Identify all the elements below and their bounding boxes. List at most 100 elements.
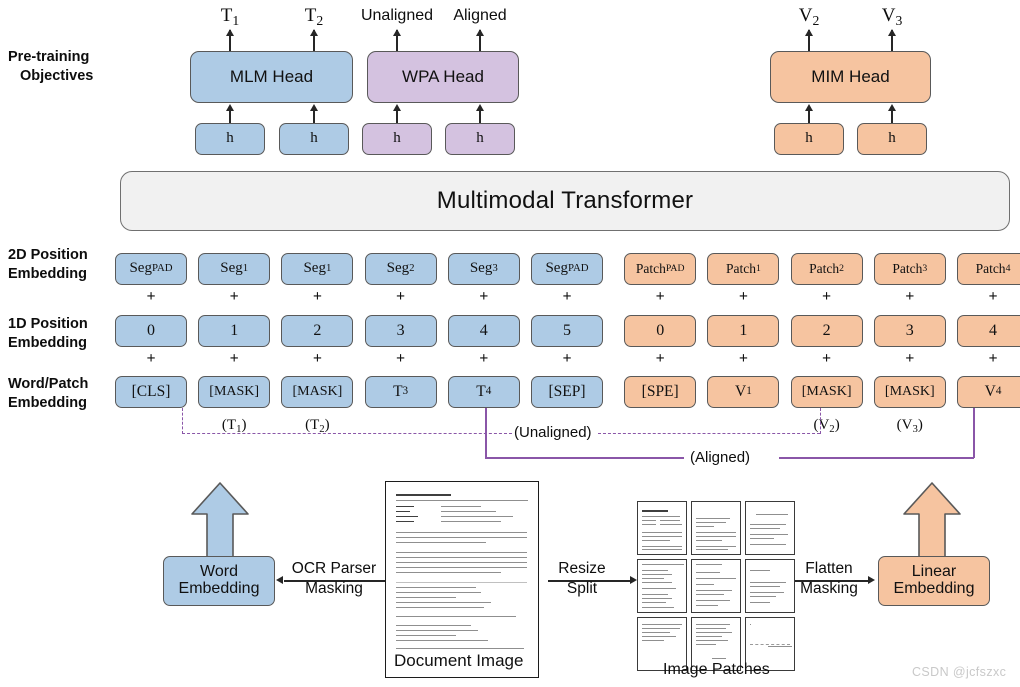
token-word-patch-embedding-6[interactable]: [SEP] [531, 376, 603, 408]
patch-text-line [642, 574, 672, 575]
token-word-patch-embedding-4[interactable]: T3 [364, 376, 437, 408]
token-2d-embedding-5[interactable]: Seg 3 [447, 253, 520, 285]
token-word-patch-embedding-7[interactable]: [SPE] [624, 376, 697, 408]
resize-arrow-head [630, 576, 637, 584]
word-embedding-line1: Word [200, 563, 238, 581]
linear-embedding-box[interactable]: Linear Embedding [878, 556, 990, 606]
token-1d-embedding-10[interactable]: 3 [873, 315, 946, 347]
arrow-shaft-h1-mlm [229, 111, 231, 123]
output-token-unaligned: Unaligned [360, 7, 434, 24]
hidden-state-box-4[interactable]: h [445, 123, 515, 155]
arrow-head-h2-mlm [310, 104, 318, 111]
token-word-patch-embedding-9[interactable]: [MASK] [790, 376, 863, 408]
patch-text-line [696, 584, 714, 585]
unaligned-label: (Unaligned) [514, 424, 592, 441]
flatten-masking-label: Flatten Masking [800, 559, 858, 599]
linear-embedding-line2: Embedding [893, 580, 975, 597]
patch-text-line [696, 526, 714, 527]
hidden-state-box-1[interactable]: h [195, 123, 265, 155]
mim-head-box[interactable]: MIM Head [770, 51, 931, 103]
patch-text-line [712, 658, 726, 659]
token-1d-embedding-4[interactable]: 3 [364, 315, 437, 347]
token-2d-embedding-11[interactable]: Patch 4 [957, 253, 1020, 285]
mlm-head-box[interactable]: MLM Head [190, 51, 353, 103]
token-1d-embedding-8[interactable]: 1 [707, 315, 780, 347]
token-subscript: 1 [325, 262, 332, 275]
resize-label-line1: Resize [558, 560, 606, 577]
patch-text-line [696, 578, 736, 579]
token-2d-embedding-6[interactable]: Seg PAD [531, 253, 603, 285]
token-2d-embedding-8[interactable]: Patch 1 [707, 253, 780, 285]
plus-1d-word-7: + [655, 350, 665, 367]
wpa-head-box[interactable]: WPA Head [367, 51, 519, 103]
patch-text-line [750, 524, 786, 525]
plus-1d-word-2: + [229, 350, 239, 367]
patch-text-line [696, 546, 736, 547]
plus-2d-1d-3: + [312, 288, 322, 305]
ocr-arrow-head [276, 576, 283, 584]
patch-text-line [750, 538, 774, 539]
token-subscript: PAD [665, 262, 685, 274]
token-2d-embedding-7[interactable]: Patch PAD [624, 253, 697, 285]
token-1d-embedding-3[interactable]: 2 [281, 315, 354, 347]
row-label-1d-line1: 1D Position [8, 316, 88, 332]
token-1d-embedding-1[interactable]: 0 [115, 315, 187, 347]
token-word-patch-embedding-3[interactable]: [MASK] [281, 376, 354, 408]
token-word-patch-embedding-5[interactable]: T4 [447, 376, 520, 408]
image-patch [637, 559, 687, 613]
plus-1d-word-3: + [312, 350, 322, 367]
token-2d-embedding-3[interactable]: Seg 1 [281, 253, 354, 285]
token-1d-embedding-5[interactable]: 4 [447, 315, 520, 347]
hidden-state-box-3[interactable]: h [362, 123, 432, 155]
patch-text-line [768, 646, 792, 647]
patch-text-line [750, 570, 770, 571]
multimodal-transformer-box[interactable]: Multimodal Transformer [120, 171, 1010, 231]
document-image-label: Document Image [394, 651, 524, 670]
token-2d-embedding-1[interactable]: Seg PAD [115, 253, 187, 285]
arrow-head-mim-v2 [805, 29, 813, 36]
arrow-head-h5-mim [805, 104, 813, 111]
patch-text-line [642, 640, 664, 641]
row-label-wordpatch-line2: Embedding [8, 394, 87, 411]
patch-text-line [642, 624, 682, 625]
ocr-label-line2: Masking [305, 579, 363, 597]
token-1d-embedding-6[interactable]: 5 [531, 315, 603, 347]
plus-1d-word-1: + [146, 350, 156, 367]
token-2d-embedding-4[interactable]: Seg 2 [364, 253, 437, 285]
word-embedding-line2: Embedding [178, 580, 260, 597]
patch-text-line [642, 598, 672, 599]
patch-text-line [696, 536, 736, 537]
token-word-patch-embedding-8[interactable]: V1 [707, 376, 780, 408]
token-word-patch-embedding-2[interactable]: [MASK] [198, 376, 271, 408]
patch-text-line [642, 510, 668, 512]
token-subscript: PAD [151, 262, 173, 275]
hidden-state-box-5[interactable]: h [774, 123, 844, 155]
token-1d-embedding-11[interactable]: 4 [957, 315, 1020, 347]
patch-text-line [696, 632, 732, 633]
token-1d-embedding-9[interactable]: 2 [790, 315, 863, 347]
token-word-patch-embedding-10[interactable]: [MASK] [873, 376, 946, 408]
token-word-patch-embedding-11[interactable]: V4 [957, 376, 1020, 408]
unaligned-line-horizontal-left [182, 433, 512, 434]
hidden-state-box-6[interactable]: h [857, 123, 927, 155]
arrow-head-h3-wpa [393, 104, 401, 111]
patch-text-line [696, 594, 724, 595]
token-subscript: 3 [492, 262, 498, 275]
linear-embedding-line1: Linear [911, 563, 957, 581]
arrow-head-wpa-unaligned [393, 29, 401, 36]
token-word-patch-embedding-1[interactable]: [CLS] [115, 376, 187, 408]
patch-text-line [750, 624, 751, 625]
token-1d-embedding-7[interactable]: 0 [624, 315, 697, 347]
aligned-line-horizontal-right [779, 457, 974, 459]
arrow-head-mim-v3 [888, 29, 896, 36]
token-1d-embedding-2[interactable]: 1 [198, 315, 271, 347]
token-2d-embedding-9[interactable]: Patch 2 [790, 253, 863, 285]
token-2d-embedding-10[interactable]: Patch 3 [873, 253, 946, 285]
arrow-shaft-h5-mim [808, 111, 810, 123]
word-embedding-box[interactable]: Word Embedding [163, 556, 275, 606]
plus-2d-1d-11: + [988, 288, 998, 305]
patch-text-line [696, 540, 722, 541]
plus-2d-1d-4: + [396, 288, 406, 305]
hidden-state-box-2[interactable]: h [279, 123, 349, 155]
token-2d-embedding-2[interactable]: Seg 1 [198, 253, 271, 285]
